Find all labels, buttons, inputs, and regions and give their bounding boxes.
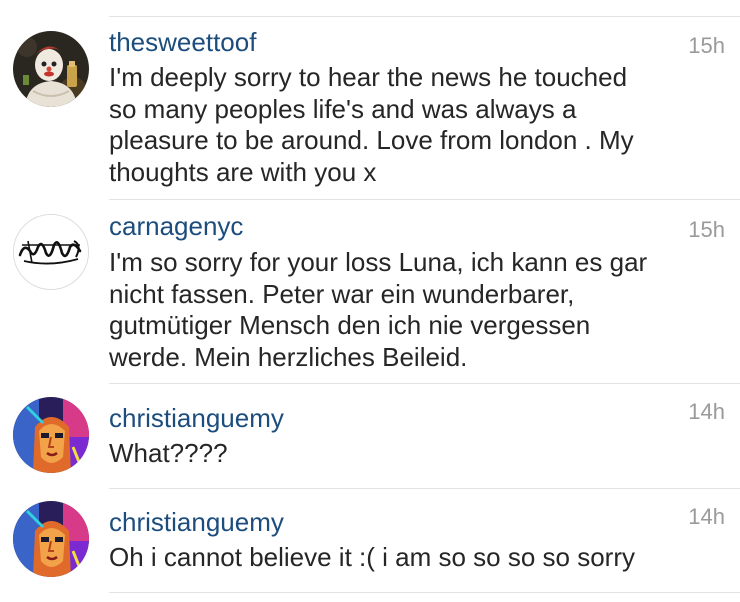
comment-item: christianguemy 14h Oh i cannot believe i… bbox=[0, 0, 740, 592]
painted-face-icon bbox=[13, 501, 89, 577]
comment-divider bbox=[109, 592, 740, 593]
user-avatar[interactable] bbox=[13, 501, 89, 577]
comment-timestamp: 14h bbox=[688, 504, 725, 529]
comment-username[interactable]: christianguemy bbox=[109, 507, 284, 537]
comment-text: Oh i cannot believe it :( i am so so so … bbox=[109, 542, 635, 572]
